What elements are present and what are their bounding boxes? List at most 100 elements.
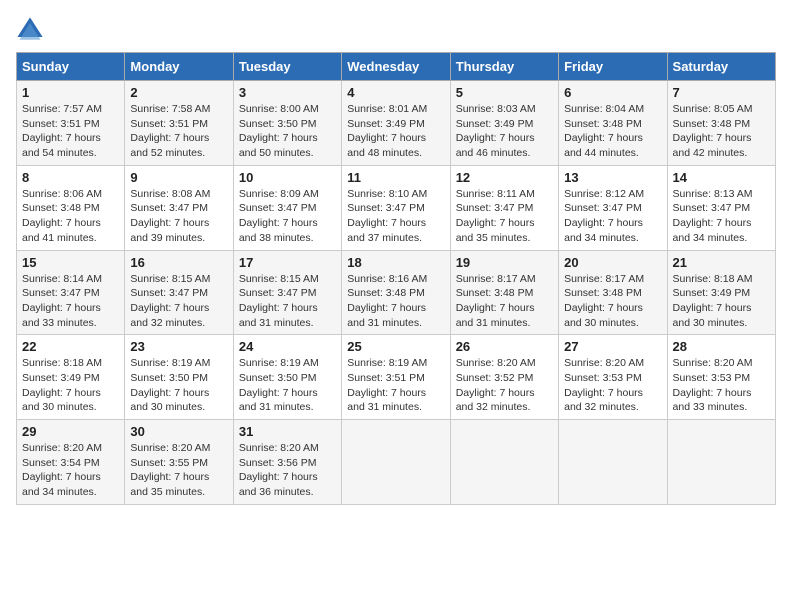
calendar-body: 1Sunrise: 7:57 AM Sunset: 3:51 PM Daylig… <box>17 81 776 505</box>
day-detail: Sunrise: 8:18 AM Sunset: 3:49 PM Dayligh… <box>22 356 119 415</box>
calendar-cell: 31Sunrise: 8:20 AM Sunset: 3:56 PM Dayli… <box>233 420 341 505</box>
day-number: 8 <box>22 170 119 185</box>
calendar-cell: 19 Sunrise: 8:17 AM Sunset: 3:48 PM Dayli… <box>450 250 558 335</box>
day-number: 9 <box>130 170 227 185</box>
day-number: 17 <box>239 255 336 270</box>
calendar-cell: 26 Sunrise: 8:20 AM Sunset: 3:52 PM Dayli… <box>450 335 558 420</box>
day-number: 4 <box>347 85 444 100</box>
day-detail: Sunrise: 8:00 AM Sunset: 3:50 PM Dayligh… <box>239 102 336 161</box>
calendar-header: SundayMondayTuesdayWednesdayThursdayFrid… <box>17 53 776 81</box>
day-detail: Sunrise: 8:01 AM Sunset: 3:49 PM Dayligh… <box>347 102 444 161</box>
day-detail: Sunrise: 8:19 AM Sunset: 3:50 PM Dayligh… <box>130 356 227 415</box>
calendar-cell: 5 Sunrise: 8:03 AM Sunset: 3:49 PM Daylig… <box>450 81 558 166</box>
calendar-week-1: 1Sunrise: 7:57 AM Sunset: 3:51 PM Daylig… <box>17 81 776 166</box>
day-number: 31 <box>239 424 336 439</box>
calendar-cell: 8 Sunrise: 8:06 AM Sunset: 3:48 PM Daylig… <box>17 165 125 250</box>
day-detail: Sunrise: 8:19 AM Sunset: 3:51 PM Dayligh… <box>347 356 444 415</box>
calendar-cell: 30 Sunrise: 8:20 AM Sunset: 3:55 PM Dayli… <box>125 420 233 505</box>
header-cell-sunday: Sunday <box>17 53 125 81</box>
day-detail: Sunrise: 8:10 AM Sunset: 3:47 PM Dayligh… <box>347 187 444 246</box>
day-number: 25 <box>347 339 444 354</box>
day-detail: Sunrise: 8:20 AM Sunset: 3:54 PM Dayligh… <box>22 441 119 500</box>
calendar-cell <box>342 420 450 505</box>
day-number: 27 <box>564 339 661 354</box>
calendar-week-3: 15 Sunrise: 8:14 AM Sunset: 3:47 PM Dayli… <box>17 250 776 335</box>
day-number: 11 <box>347 170 444 185</box>
day-number: 20 <box>564 255 661 270</box>
day-detail: Sunrise: 8:05 AM Sunset: 3:48 PM Dayligh… <box>673 102 770 161</box>
calendar-cell: 18 Sunrise: 8:16 AM Sunset: 3:48 PM Dayli… <box>342 250 450 335</box>
calendar-cell: 6 Sunrise: 8:04 AM Sunset: 3:48 PM Daylig… <box>559 81 667 166</box>
day-detail: Sunrise: 8:20 AM Sunset: 3:53 PM Dayligh… <box>673 356 770 415</box>
calendar-week-5: 29 Sunrise: 8:20 AM Sunset: 3:54 PM Dayli… <box>17 420 776 505</box>
calendar-cell <box>559 420 667 505</box>
calendar-cell: 12 Sunrise: 8:11 AM Sunset: 3:47 PM Dayli… <box>450 165 558 250</box>
header-cell-friday: Friday <box>559 53 667 81</box>
day-number: 22 <box>22 339 119 354</box>
day-number: 28 <box>673 339 770 354</box>
day-detail: Sunrise: 8:17 AM Sunset: 3:48 PM Dayligh… <box>456 272 553 331</box>
calendar-cell: 22 Sunrise: 8:18 AM Sunset: 3:49 PM Dayli… <box>17 335 125 420</box>
calendar-cell: 15 Sunrise: 8:14 AM Sunset: 3:47 PM Dayli… <box>17 250 125 335</box>
header-cell-monday: Monday <box>125 53 233 81</box>
day-number: 23 <box>130 339 227 354</box>
calendar-cell: 16Sunrise: 8:15 AM Sunset: 3:47 PM Dayli… <box>125 250 233 335</box>
calendar-week-2: 8 Sunrise: 8:06 AM Sunset: 3:48 PM Daylig… <box>17 165 776 250</box>
header-cell-tuesday: Tuesday <box>233 53 341 81</box>
day-number: 29 <box>22 424 119 439</box>
day-number: 19 <box>456 255 553 270</box>
calendar-cell: 24Sunrise: 8:19 AM Sunset: 3:50 PM Dayli… <box>233 335 341 420</box>
calendar-cell: 13 Sunrise: 8:12 AM Sunset: 3:47 PM Dayli… <box>559 165 667 250</box>
logo <box>16 16 48 44</box>
calendar-table: SundayMondayTuesdayWednesdayThursdayFrid… <box>16 52 776 505</box>
day-number: 14 <box>673 170 770 185</box>
day-number: 15 <box>22 255 119 270</box>
calendar-cell: 17 Sunrise: 8:15 AM Sunset: 3:47 PM Dayli… <box>233 250 341 335</box>
day-number: 5 <box>456 85 553 100</box>
day-number: 10 <box>239 170 336 185</box>
calendar-cell: 28 Sunrise: 8:20 AM Sunset: 3:53 PM Dayli… <box>667 335 775 420</box>
day-number: 13 <box>564 170 661 185</box>
day-detail: Sunrise: 8:11 AM Sunset: 3:47 PM Dayligh… <box>456 187 553 246</box>
day-number: 21 <box>673 255 770 270</box>
day-number: 18 <box>347 255 444 270</box>
header <box>16 16 776 44</box>
day-detail: Sunrise: 8:20 AM Sunset: 3:52 PM Dayligh… <box>456 356 553 415</box>
calendar-cell: 21 Sunrise: 8:18 AM Sunset: 3:49 PM Dayli… <box>667 250 775 335</box>
header-row: SundayMondayTuesdayWednesdayThursdayFrid… <box>17 53 776 81</box>
day-detail: Sunrise: 8:12 AM Sunset: 3:47 PM Dayligh… <box>564 187 661 246</box>
calendar-cell: 25 Sunrise: 8:19 AM Sunset: 3:51 PM Dayli… <box>342 335 450 420</box>
calendar-cell: 27 Sunrise: 8:20 AM Sunset: 3:53 PM Dayli… <box>559 335 667 420</box>
calendar-cell: 1Sunrise: 7:57 AM Sunset: 3:51 PM Daylig… <box>17 81 125 166</box>
calendar-cell: 10Sunrise: 8:09 AM Sunset: 3:47 PM Dayli… <box>233 165 341 250</box>
day-detail: Sunrise: 8:03 AM Sunset: 3:49 PM Dayligh… <box>456 102 553 161</box>
day-detail: Sunrise: 8:15 AM Sunset: 3:47 PM Dayligh… <box>130 272 227 331</box>
calendar-cell: 29 Sunrise: 8:20 AM Sunset: 3:54 PM Dayli… <box>17 420 125 505</box>
day-detail: Sunrise: 8:13 AM Sunset: 3:47 PM Dayligh… <box>673 187 770 246</box>
day-detail: Sunrise: 8:18 AM Sunset: 3:49 PM Dayligh… <box>673 272 770 331</box>
day-number: 12 <box>456 170 553 185</box>
header-cell-saturday: Saturday <box>667 53 775 81</box>
calendar-cell: 20Sunrise: 8:17 AM Sunset: 3:48 PM Dayli… <box>559 250 667 335</box>
calendar-cell: 4 Sunrise: 8:01 AM Sunset: 3:49 PM Daylig… <box>342 81 450 166</box>
calendar-cell: 23 Sunrise: 8:19 AM Sunset: 3:50 PM Dayli… <box>125 335 233 420</box>
calendar-cell <box>450 420 558 505</box>
calendar-cell: 7 Sunrise: 8:05 AM Sunset: 3:48 PM Daylig… <box>667 81 775 166</box>
day-detail: Sunrise: 8:16 AM Sunset: 3:48 PM Dayligh… <box>347 272 444 331</box>
day-detail: Sunrise: 8:19 AM Sunset: 3:50 PM Dayligh… <box>239 356 336 415</box>
day-detail: Sunrise: 8:06 AM Sunset: 3:48 PM Dayligh… <box>22 187 119 246</box>
day-number: 7 <box>673 85 770 100</box>
day-number: 3 <box>239 85 336 100</box>
day-detail: Sunrise: 8:15 AM Sunset: 3:47 PM Dayligh… <box>239 272 336 331</box>
logo-icon <box>16 16 44 44</box>
day-number: 30 <box>130 424 227 439</box>
day-number: 6 <box>564 85 661 100</box>
calendar-cell: 2Sunrise: 7:58 AM Sunset: 3:51 PM Daylig… <box>125 81 233 166</box>
day-detail: Sunrise: 8:04 AM Sunset: 3:48 PM Dayligh… <box>564 102 661 161</box>
calendar-cell: 14 Sunrise: 8:13 AM Sunset: 3:47 PM Dayli… <box>667 165 775 250</box>
header-cell-wednesday: Wednesday <box>342 53 450 81</box>
day-detail: Sunrise: 8:20 AM Sunset: 3:55 PM Dayligh… <box>130 441 227 500</box>
day-number: 26 <box>456 339 553 354</box>
day-detail: Sunrise: 8:14 AM Sunset: 3:47 PM Dayligh… <box>22 272 119 331</box>
day-detail: Sunrise: 8:20 AM Sunset: 3:53 PM Dayligh… <box>564 356 661 415</box>
